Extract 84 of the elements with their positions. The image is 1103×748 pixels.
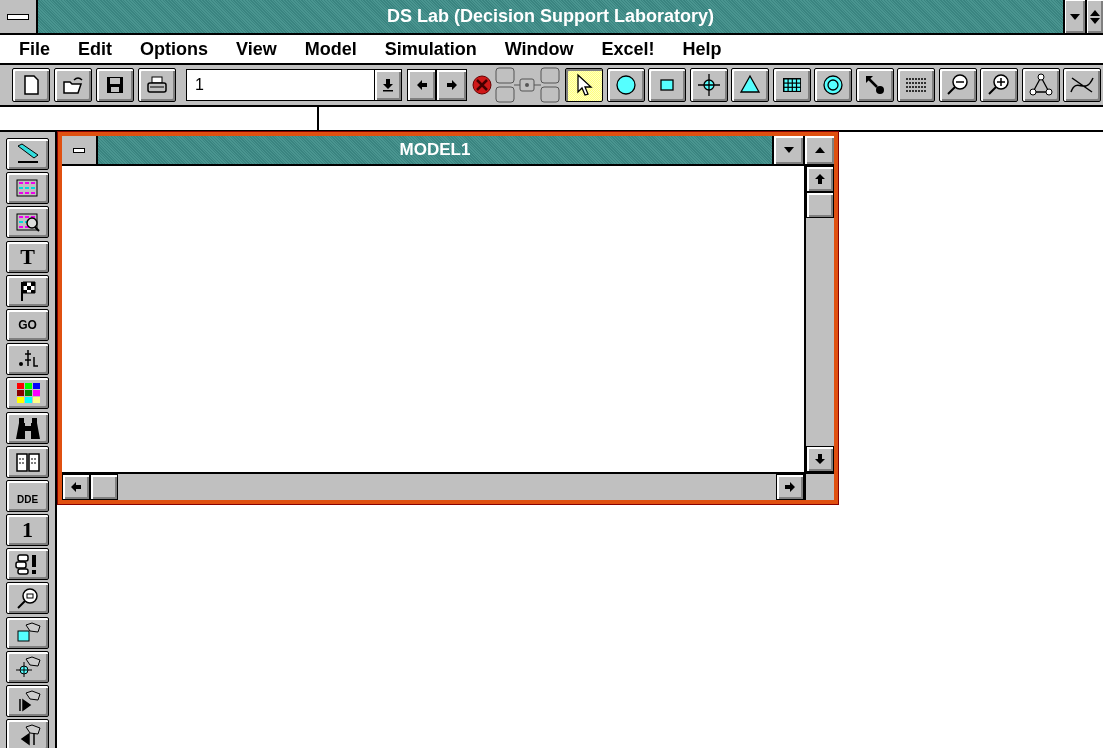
scroll-thumb[interactable] — [90, 474, 118, 500]
zoom-in-tool-button[interactable] — [980, 68, 1018, 102]
open-button[interactable] — [54, 68, 92, 102]
down-triangle-icon — [782, 146, 795, 154]
minimize-button[interactable] — [772, 136, 803, 164]
lines-tool-button[interactable] — [897, 68, 935, 102]
menu-item[interactable]: Help — [682, 38, 722, 60]
table-button[interactable] — [6, 172, 49, 205]
alert-button[interactable] — [6, 548, 49, 581]
right-arrow-icon — [785, 482, 795, 492]
hand-cross-button[interactable] — [6, 650, 49, 683]
scroll-right-button[interactable] — [776, 474, 804, 500]
minus-icon — [73, 147, 85, 153]
text-button[interactable]: T — [6, 240, 49, 273]
go-button[interactable]: GO — [6, 308, 49, 341]
zoom-out-tool-button[interactable] — [938, 68, 977, 102]
minimize-button[interactable] — [1063, 0, 1085, 33]
target-icon — [820, 72, 846, 98]
system-menu-button[interactable] — [0, 0, 38, 33]
pencil-button[interactable] — [6, 138, 49, 170]
right-arrow-icon — [445, 79, 458, 91]
pointer-tool-button[interactable] — [565, 68, 603, 102]
menu-item[interactable]: Edit — [78, 38, 112, 60]
printer-icon — [146, 74, 168, 96]
vertical-scrollbar[interactable] — [804, 166, 834, 472]
stop-icon[interactable] — [471, 74, 493, 96]
folder-icon — [62, 74, 84, 96]
binoculars-icon — [13, 415, 42, 440]
menu-item[interactable]: File — [19, 38, 50, 60]
new-button[interactable] — [12, 68, 50, 102]
menu-item[interactable]: View — [236, 38, 277, 60]
palette-button[interactable] — [6, 377, 49, 410]
graph-icon — [1027, 72, 1054, 98]
triangle-tool-button[interactable] — [731, 68, 769, 102]
graph-tool-button[interactable] — [1021, 68, 1060, 102]
up-triangle-icon — [813, 146, 826, 154]
hand-right-button[interactable] — [6, 685, 49, 717]
up-arrow-icon — [815, 174, 825, 184]
minus-icon — [7, 13, 29, 20]
menu-item[interactable]: Window — [504, 38, 574, 60]
scroll-left-button[interactable] — [62, 474, 90, 500]
table-search-button[interactable] — [6, 206, 49, 239]
menu-item[interactable]: Options — [140, 38, 208, 60]
circle-tool-button[interactable] — [606, 68, 645, 102]
left-arrow-icon — [415, 79, 428, 91]
arrow-dot-tool-button[interactable] — [855, 68, 894, 102]
scroll-down-button[interactable] — [806, 446, 834, 472]
dde-button[interactable]: DDE — [6, 479, 49, 512]
hand-cross-icon — [13, 654, 42, 679]
square-tool-button[interactable] — [648, 68, 686, 102]
book-button[interactable] — [6, 445, 49, 478]
units-button[interactable] — [6, 343, 49, 376]
menu-item[interactable]: Excel! — [601, 38, 655, 60]
next-button[interactable] — [437, 70, 466, 100]
down-arrow-icon — [815, 454, 825, 464]
inspect-button[interactable] — [6, 582, 49, 615]
target-tool-button[interactable] — [814, 68, 852, 102]
binoculars-button[interactable] — [6, 411, 49, 444]
restore-button[interactable] — [1085, 0, 1103, 33]
hand-left-button[interactable] — [6, 719, 49, 748]
crosshair-tool-button[interactable] — [689, 68, 728, 102]
maximize-button[interactable] — [803, 136, 834, 164]
save-button[interactable] — [96, 68, 134, 102]
window-title: DS Lab (Decision Support Laboratory) — [386, 5, 715, 28]
print-button[interactable] — [138, 68, 176, 102]
crosshair-icon — [695, 72, 722, 98]
horizontal-scrollbar[interactable] — [62, 474, 804, 500]
menu-item[interactable]: Model — [304, 38, 357, 60]
down-triangle-icon — [1069, 12, 1081, 21]
system-menu-button[interactable] — [62, 136, 98, 164]
hand-square-button[interactable] — [6, 616, 49, 649]
left-arrow-icon — [71, 482, 81, 492]
page-combo-box[interactable]: 1 — [186, 69, 402, 101]
grid-tool-button[interactable] — [772, 68, 811, 102]
menu-item[interactable]: Simulation — [384, 38, 477, 60]
flag-button[interactable] — [6, 274, 49, 307]
up-down-triangle-icon — [1089, 8, 1101, 25]
previous-button[interactable] — [408, 70, 437, 100]
model-window-title: MODEL1 — [398, 139, 472, 161]
page-field-value: 1 — [194, 75, 205, 95]
scroll-thumb[interactable] — [806, 192, 834, 218]
curve-tool-button[interactable] — [1063, 68, 1101, 102]
scroll-up-button[interactable] — [806, 166, 834, 192]
number-button[interactable]: 1 — [6, 514, 49, 547]
